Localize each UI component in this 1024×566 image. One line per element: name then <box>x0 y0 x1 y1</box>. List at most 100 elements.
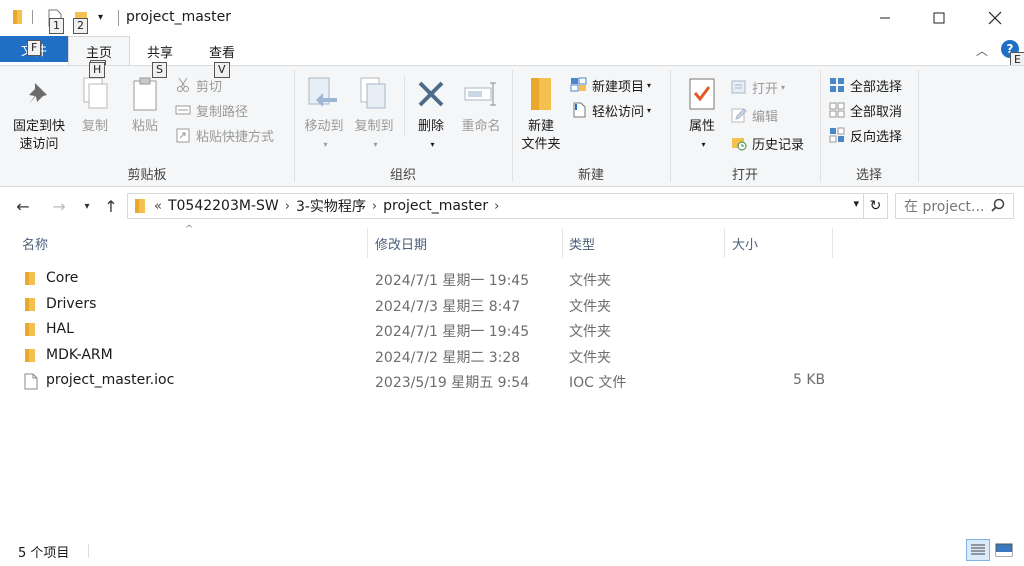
file-row[interactable]: Core 2024/7/1 星期一 19:45 文件夹 <box>18 266 838 291</box>
move-to-button[interactable]: 移动到 ▾ <box>300 74 348 154</box>
recent-locations-button[interactable]: ▾ <box>75 195 99 217</box>
large-icons-view-icon <box>995 543 1013 557</box>
address-history-icon[interactable]: ▾ <box>853 197 859 210</box>
file-name: Core <box>46 270 79 286</box>
new-item-label: 新建项目 <box>592 79 645 95</box>
copy-to-icon <box>356 74 392 114</box>
search-placeholder: 在 project... <box>904 199 985 215</box>
refresh-button[interactable]: ↻ <box>864 193 888 219</box>
file-type: 文件夹 <box>569 324 611 340</box>
scissors-icon <box>174 76 192 94</box>
dropdown-icon: ▾ <box>701 140 706 149</box>
new-item-button[interactable]: 新建项目 ▾ <box>570 74 651 96</box>
file-modified: 2024/7/1 星期一 19:45 <box>375 273 530 289</box>
file-name: project_master.ioc <box>46 372 175 388</box>
file-type: 文件夹 <box>569 299 611 315</box>
breadcrumb-item[interactable]: 3-实物程序 <box>296 196 366 216</box>
column-divider[interactable] <box>367 228 368 258</box>
paste-button[interactable]: 粘贴 <box>124 74 166 136</box>
pin-icon <box>21 74 57 114</box>
select-all-button[interactable]: 全部选择 <box>828 74 902 96</box>
select-none-button[interactable]: 全部取消 <box>828 99 902 121</box>
paste-shortcut-label: 粘贴快捷方式 <box>196 129 275 145</box>
select-all-label: 全部选择 <box>850 79 903 95</box>
paste-label: 粘贴 <box>131 119 158 134</box>
close-button[interactable] <box>972 0 1018 36</box>
dropdown-icon: ▾ <box>373 140 378 149</box>
folder-icon <box>24 297 36 315</box>
chevron-right-icon[interactable]: › <box>494 199 499 214</box>
new-folder-button[interactable]: 新建 文件夹 <box>516 74 566 154</box>
properties-button[interactable]: 属性 ▾ <box>680 74 724 154</box>
file-row[interactable]: HAL 2024/7/1 星期一 19:45 文件夹 <box>18 317 838 342</box>
column-modified[interactable]: 修改日期 <box>375 234 427 253</box>
copy-path-button[interactable]: 复制路径 <box>174 99 248 121</box>
keytip-2: 2 <box>73 18 88 34</box>
paste-shortcut-button[interactable]: 粘贴快捷方式 <box>174 124 274 146</box>
dropdown-icon: ▾ <box>323 140 328 149</box>
rename-button[interactable]: 重命名 <box>456 74 506 136</box>
ribbon: 固定到快 速访问 复制 H 粘贴 S 剪切 V 复制路径 粘贴快捷方式 剪贴板 <box>0 62 1024 187</box>
folder-icon <box>24 348 36 366</box>
collapse-ribbon-icon[interactable]: ︿ <box>976 42 988 59</box>
open-button[interactable]: 打开 ▾ <box>730 76 785 98</box>
title-bar: 1 2 ▾ project_master <box>0 0 1024 36</box>
customize-toolbar-icon[interactable]: ▾ <box>98 12 103 23</box>
rename-label: 重命名 <box>461 119 501 134</box>
file-name: HAL <box>46 321 74 337</box>
large-icons-view-button[interactable] <box>992 539 1016 561</box>
copy-to-button[interactable]: 复制到 ▾ <box>350 74 398 154</box>
folder-icon[interactable] <box>12 9 24 28</box>
maximize-icon <box>933 12 945 24</box>
dropdown-icon: ▾ <box>781 82 786 92</box>
copy-icon <box>77 74 113 114</box>
breadcrumb-item[interactable]: project_master <box>383 198 488 214</box>
column-size[interactable]: 大小 <box>732 234 758 253</box>
breadcrumb-item[interactable]: T0542203M-SW <box>168 198 279 214</box>
tab-share-label: 共享 <box>146 45 173 61</box>
forward-button[interactable]: → <box>47 195 71 217</box>
divider <box>32 10 33 24</box>
column-header-row: ^ 名称 修改日期 类型 大小 <box>0 224 1024 258</box>
copy-path-icon <box>174 101 192 119</box>
chevron-right-icon[interactable]: › <box>372 199 377 214</box>
delete-button[interactable]: 删除 ▾ <box>410 74 452 154</box>
search-input[interactable]: 在 project... <box>895 193 1014 219</box>
column-name[interactable]: 名称 <box>22 234 48 253</box>
file-row[interactable]: project_master.ioc 2023/5/19 星期五 9:54 IO… <box>18 368 838 393</box>
file-modified: 2024/7/3 星期三 8:47 <box>375 299 521 315</box>
divider <box>88 544 89 558</box>
minimize-button[interactable] <box>862 0 908 36</box>
edit-button[interactable]: 编辑 <box>730 104 778 126</box>
history-button[interactable]: 历史记录 <box>730 132 804 154</box>
folder-icon <box>134 198 146 214</box>
back-button[interactable]: ← <box>11 195 35 217</box>
file-row[interactable]: MDK-ARM 2024/7/2 星期二 3:28 文件夹 <box>18 343 838 368</box>
column-type[interactable]: 类型 <box>569 234 595 253</box>
column-divider[interactable] <box>562 228 563 258</box>
keytip-home-dup: H <box>89 62 106 78</box>
breadcrumb-overflow[interactable]: « <box>154 199 162 214</box>
invert-selection-button[interactable]: 反向选择 <box>828 124 902 146</box>
copy-button[interactable]: 复制 <box>74 74 116 136</box>
maximize-button[interactable] <box>916 0 962 36</box>
file-row[interactable]: Drivers 2024/7/3 星期三 8:47 文件夹 <box>18 292 838 317</box>
rename-icon <box>463 74 499 114</box>
history-icon <box>730 134 748 152</box>
up-arrow-icon: ↑ <box>104 196 118 216</box>
edit-label: 编辑 <box>752 109 779 125</box>
chevron-right-icon[interactable]: › <box>285 199 290 214</box>
keytip-view-dup: V <box>214 62 230 78</box>
delete-icon <box>413 74 449 114</box>
easy-access-label: 轻松访问 <box>592 104 645 120</box>
address-bar[interactable]: « T0542203M-SW › 3-实物程序 › project_master… <box>127 193 864 219</box>
open-icon <box>730 78 748 96</box>
up-button[interactable]: ↑ <box>99 195 123 217</box>
details-view-button[interactable] <box>966 539 990 561</box>
invert-selection-label: 反向选择 <box>850 129 903 145</box>
easy-access-button[interactable]: 轻松访问 ▾ <box>570 99 651 121</box>
column-divider[interactable] <box>832 228 833 258</box>
pin-to-quick-access-button[interactable]: 固定到快 速访问 <box>6 74 72 154</box>
column-divider[interactable] <box>724 228 725 258</box>
window-title: project_master <box>126 9 231 25</box>
